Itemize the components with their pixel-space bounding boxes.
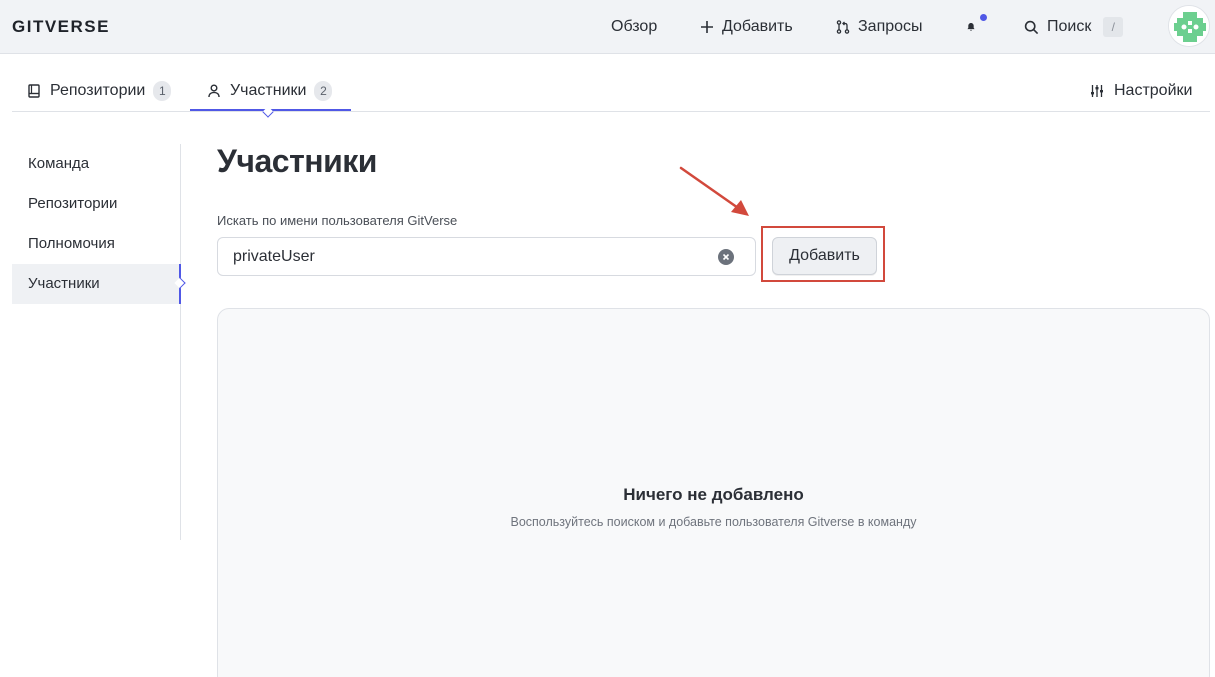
- sidebar-item-team[interactable]: Команда: [12, 144, 181, 184]
- clear-input-button[interactable]: [718, 249, 734, 265]
- nav-add-label: Добавить: [722, 18, 793, 35]
- tab-settings[interactable]: Настройки: [1090, 70, 1192, 112]
- nav-requests[interactable]: Запросы: [836, 0, 923, 54]
- gitverse-logo[interactable]: GITVERSE: [12, 15, 162, 37]
- add-member-button[interactable]: Добавить: [772, 237, 877, 275]
- tab-settings-label: Настройки: [1114, 82, 1193, 99]
- plus-icon: [701, 21, 713, 33]
- tab-repositories-label: Репозитории: [50, 82, 146, 99]
- sidebar-item-permissions[interactable]: Полномочия: [12, 224, 181, 264]
- nav-search[interactable]: Поиск /: [1024, 0, 1124, 54]
- tab-repositories-count: 1: [153, 81, 172, 101]
- clear-icon: [722, 253, 730, 261]
- user-search-field: [217, 237, 756, 276]
- team-sidebar: Команда Репозитории Полномочия Участники: [12, 144, 186, 540]
- sidebar-item-members[interactable]: Участники: [12, 264, 181, 304]
- sidebar-item-repositories[interactable]: Репозитории: [12, 184, 181, 224]
- user-avatar[interactable]: [1168, 5, 1210, 47]
- nav-requests-label: Запросы: [858, 18, 923, 35]
- logo-text: GITVERSE: [12, 17, 110, 36]
- team-tabs: Репозитории 1 Участники 2 Настройки: [12, 70, 1210, 118]
- repository-icon: [28, 84, 40, 98]
- page-title: Участники: [217, 143, 377, 179]
- notification-dot: [980, 14, 987, 21]
- top-navigation-bar: GITVERSE Обзор Добавить Запросы Поиск /: [0, 0, 1215, 54]
- search-shortcut-hint: /: [1103, 17, 1124, 37]
- members-empty-state: Ничего не добавлено Воспользуйтесь поиск…: [217, 308, 1210, 677]
- notifications-button[interactable]: [966, 0, 987, 54]
- nav-overview[interactable]: Обзор: [611, 0, 657, 54]
- settings-sliders-icon: [1091, 85, 1103, 97]
- pull-request-icon: [836, 20, 850, 34]
- nav-overview-label: Обзор: [611, 18, 658, 35]
- avatar-identicon: [1169, 6, 1209, 46]
- bell-icon: [967, 22, 975, 31]
- empty-state-subtitle: Воспользуйтесь поиском и добавьте пользо…: [510, 515, 917, 529]
- nav-search-label: Поиск: [1047, 18, 1092, 35]
- tab-repositories[interactable]: Репозитории 1: [28, 70, 172, 112]
- tab-members-label: Участники: [230, 82, 307, 99]
- nav-add-button[interactable]: Добавить: [700, 0, 793, 54]
- annotation-arrow: [679, 166, 749, 216]
- search-icon: [1024, 20, 1039, 34]
- empty-state-title: Ничего не добавлено: [623, 485, 804, 504]
- user-search-input[interactable]: [233, 238, 713, 275]
- search-field-label: Искать по имени пользователя GitVerse: [217, 213, 458, 228]
- tab-members[interactable]: Участники 2: [208, 70, 333, 112]
- tab-members-count: 2: [314, 81, 333, 101]
- user-icon: [208, 84, 220, 98]
